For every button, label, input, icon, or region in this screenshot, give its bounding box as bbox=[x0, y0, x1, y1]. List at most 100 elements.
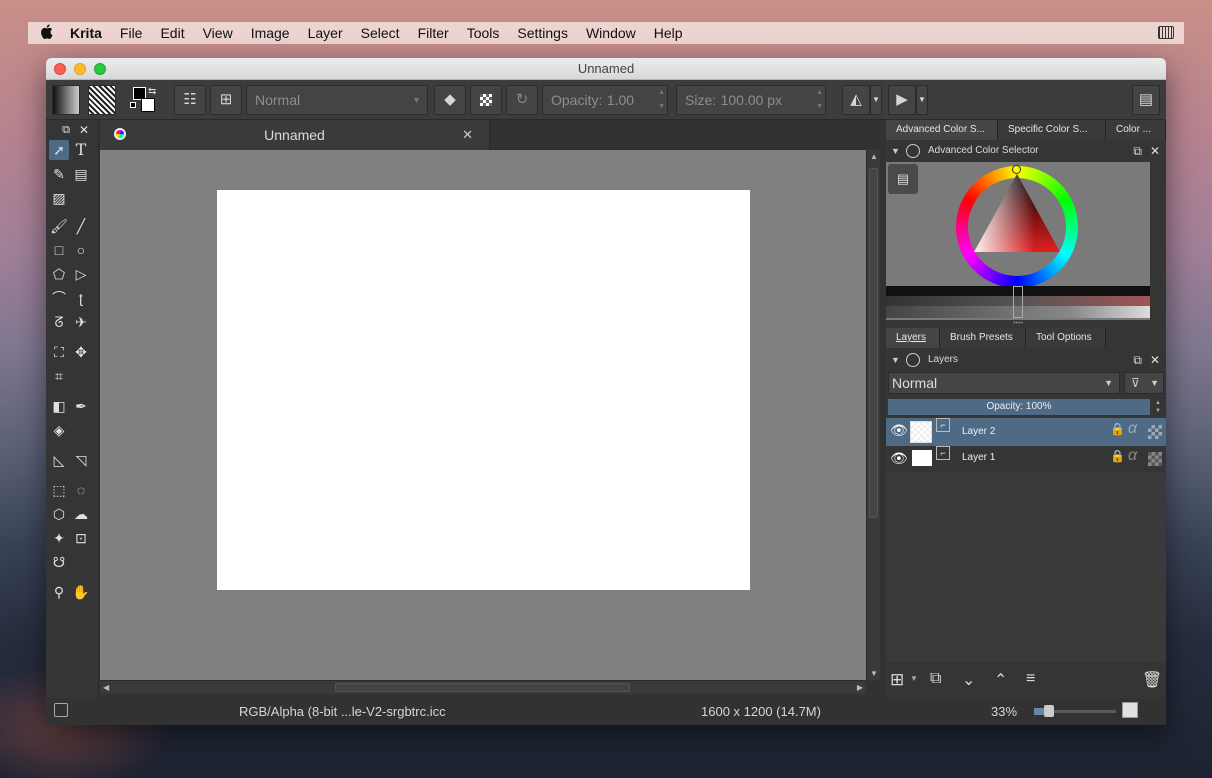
duplicate-layer-icon[interactable]: ⧉ bbox=[930, 670, 941, 688]
menu-window[interactable]: Window bbox=[577, 25, 645, 41]
workspace-chooser-icon[interactable]: ▤ bbox=[1132, 85, 1160, 115]
menu-settings[interactable]: Settings bbox=[508, 25, 577, 41]
horizontal-scroll-thumb[interactable] bbox=[335, 683, 630, 692]
collapse-icon[interactable]: ▼ bbox=[891, 141, 900, 161]
pan-tool-icon[interactable]: ✋ bbox=[71, 582, 91, 602]
text-tool-icon[interactable]: T bbox=[71, 140, 91, 160]
spin-up-icon[interactable]: ▲ bbox=[816, 86, 823, 100]
spin-up-icon[interactable]: ▲ bbox=[658, 86, 665, 100]
edit-shapes-tool-icon[interactable]: ✎ bbox=[49, 164, 69, 184]
ellipse-tool-icon[interactable]: ○ bbox=[71, 240, 91, 260]
close-docker-icon[interactable]: ✕ bbox=[1150, 141, 1160, 161]
rectangular-selection-icon[interactable]: ⬚ bbox=[49, 480, 69, 500]
visibility-eye-icon[interactable]: 👁 bbox=[890, 450, 908, 467]
scroll-up-icon[interactable]: ▲ bbox=[870, 152, 878, 161]
alpha-lock-icon[interactable]: α bbox=[1128, 420, 1137, 438]
fg-bg-color-selector[interactable]: ⇆ bbox=[130, 86, 160, 116]
assistant-tool-icon[interactable]: ◺ bbox=[49, 450, 69, 470]
inherit-alpha-icon[interactable] bbox=[1148, 452, 1162, 466]
move-tool-icon[interactable]: ✥ bbox=[71, 342, 91, 362]
tab-layers[interactable]: Layers bbox=[886, 328, 940, 348]
apple-icon[interactable] bbox=[28, 24, 64, 42]
delete-layer-icon[interactable]: 🗑 bbox=[1142, 670, 1162, 690]
image-dimensions-text[interactable]: 1600 x 1200 (14.7M) bbox=[701, 704, 821, 719]
contiguous-selection-icon[interactable]: ✦ bbox=[49, 528, 69, 548]
close-docker-icon[interactable]: ✕ bbox=[74, 120, 94, 140]
visibility-eye-icon[interactable]: 👁 bbox=[890, 422, 908, 439]
zoom-slider[interactable] bbox=[1034, 705, 1116, 717]
blend-mode-select[interactable]: Normal ▼ bbox=[246, 85, 428, 115]
elliptical-selection-icon[interactable]: ◌ bbox=[71, 480, 91, 500]
canvas-area[interactable] bbox=[100, 150, 866, 680]
pattern-preset-button[interactable] bbox=[88, 85, 116, 115]
gradient-tool-icon[interactable]: ◧ bbox=[49, 396, 69, 416]
lock-docker-icon[interactable] bbox=[906, 353, 920, 367]
move-layer-up-icon[interactable]: ⌃ bbox=[994, 670, 1007, 690]
menu-file[interactable]: File bbox=[111, 25, 152, 41]
polyline-tool-icon[interactable]: ▷ bbox=[71, 264, 91, 284]
canvas-paper[interactable] bbox=[217, 190, 750, 590]
alpha-lock-icon[interactable]: α bbox=[1128, 447, 1137, 465]
add-layer-icon[interactable]: ⊞ bbox=[890, 670, 904, 690]
zoom-slider-handle[interactable] bbox=[1044, 705, 1054, 717]
zoom-window-button[interactable] bbox=[94, 63, 106, 75]
layer-row-layer-1[interactable]: 👁 ⌐ Layer 1 🔒 α bbox=[886, 446, 1166, 472]
polygonal-selection-icon[interactable]: ⬡ bbox=[49, 504, 69, 524]
brush-settings-icon[interactable]: ☷ bbox=[174, 85, 206, 115]
mirror-vertical-menu[interactable]: ▼ bbox=[916, 85, 928, 115]
select-shapes-tool-icon[interactable]: ➚ bbox=[49, 140, 69, 160]
freehand-path-tool-icon[interactable]: ʈ bbox=[71, 288, 91, 308]
fill-tool-icon[interactable]: ◈ bbox=[49, 420, 69, 440]
menu-edit[interactable]: Edit bbox=[151, 25, 193, 41]
move-layer-down-icon[interactable]: ⌄ bbox=[962, 670, 975, 690]
zoom-level-text[interactable]: 33% bbox=[991, 704, 1017, 719]
menu-select[interactable]: Select bbox=[352, 25, 409, 41]
mirror-vertical-icon[interactable]: ▶ bbox=[888, 85, 916, 115]
brush-preview-icon[interactable] bbox=[54, 703, 68, 717]
color-picker-tool-icon[interactable]: ✒ bbox=[71, 396, 91, 416]
menu-view[interactable]: View bbox=[194, 25, 242, 41]
layer-properties-icon[interactable]: ≡ bbox=[1026, 670, 1035, 688]
polygon-tool-icon[interactable]: ⬠ bbox=[49, 264, 69, 284]
mirror-horizontal-menu[interactable]: ▼ bbox=[870, 85, 882, 115]
spin-down-icon[interactable]: ▼ bbox=[658, 100, 665, 114]
layer-opacity-slider[interactable]: Opacity: 100% bbox=[888, 399, 1150, 415]
color-selector-settings-icon[interactable]: ▤ bbox=[888, 164, 918, 194]
float-docker-icon[interactable]: ⧉ bbox=[56, 120, 76, 140]
preserve-alpha-icon[interactable] bbox=[470, 85, 502, 115]
menu-layer[interactable]: Layer bbox=[299, 25, 352, 41]
collapse-icon[interactable]: ▼ bbox=[891, 350, 900, 370]
close-document-icon[interactable]: ✕ bbox=[462, 120, 473, 150]
tab-specific-color-selector[interactable]: Specific Color S... bbox=[998, 120, 1106, 140]
color-profile-text[interactable]: RGB/Alpha (8-bit ...le-V2-srgbtrc.icc bbox=[239, 704, 446, 719]
brush-presets-icon[interactable]: ⊞ bbox=[210, 85, 242, 115]
layer-row-layer-2[interactable]: 👁 ⌐ Layer 2 🔒 α bbox=[886, 418, 1166, 446]
layer-opacity-spinner[interactable]: ▲ ▼ bbox=[1152, 399, 1164, 415]
freehand-brush-tool-icon[interactable]: 🖌 bbox=[49, 216, 69, 236]
lock-icon[interactable]: 🔒 bbox=[1110, 422, 1125, 436]
tab-tool-options[interactable]: Tool Options bbox=[1026, 328, 1106, 348]
reset-colors-icon[interactable] bbox=[130, 102, 136, 108]
document-tab[interactable]: Unnamed ✕ bbox=[100, 120, 490, 150]
mirror-horizontal-icon[interactable]: ◭ bbox=[842, 85, 870, 115]
multibrush-tool-icon[interactable]: ✈ bbox=[71, 312, 91, 332]
layer-list-empty-area[interactable] bbox=[886, 472, 1166, 662]
tab-color-other[interactable]: Color ... bbox=[1106, 120, 1166, 140]
lock-docker-icon[interactable] bbox=[906, 144, 920, 158]
layer-name[interactable]: Layer 1 bbox=[962, 446, 995, 470]
scroll-down-icon[interactable]: ▼ bbox=[870, 669, 878, 678]
vertical-scroll-thumb[interactable] bbox=[869, 168, 878, 518]
dynamic-brush-tool-icon[interactable]: ᘔ bbox=[49, 312, 69, 332]
docker-splitter[interactable]: •••• bbox=[886, 320, 1150, 328]
menu-tools[interactable]: Tools bbox=[458, 25, 509, 41]
similar-selection-icon[interactable]: ⊡ bbox=[71, 528, 91, 548]
calligraphy-tool-icon[interactable]: ▤ bbox=[71, 164, 91, 184]
hue-handle[interactable] bbox=[1012, 165, 1021, 174]
menu-image[interactable]: Image bbox=[242, 25, 299, 41]
horizontal-scrollbar[interactable]: ◀ ▶ bbox=[100, 680, 866, 694]
zoom-tool-icon[interactable]: ⚲ bbox=[49, 582, 69, 602]
layer-name[interactable]: Layer 2 bbox=[962, 418, 995, 446]
eraser-mode-icon[interactable]: ◆ bbox=[434, 85, 466, 115]
rectangle-tool-icon[interactable]: □ bbox=[49, 240, 69, 260]
close-docker-icon[interactable]: ✕ bbox=[1150, 350, 1160, 370]
